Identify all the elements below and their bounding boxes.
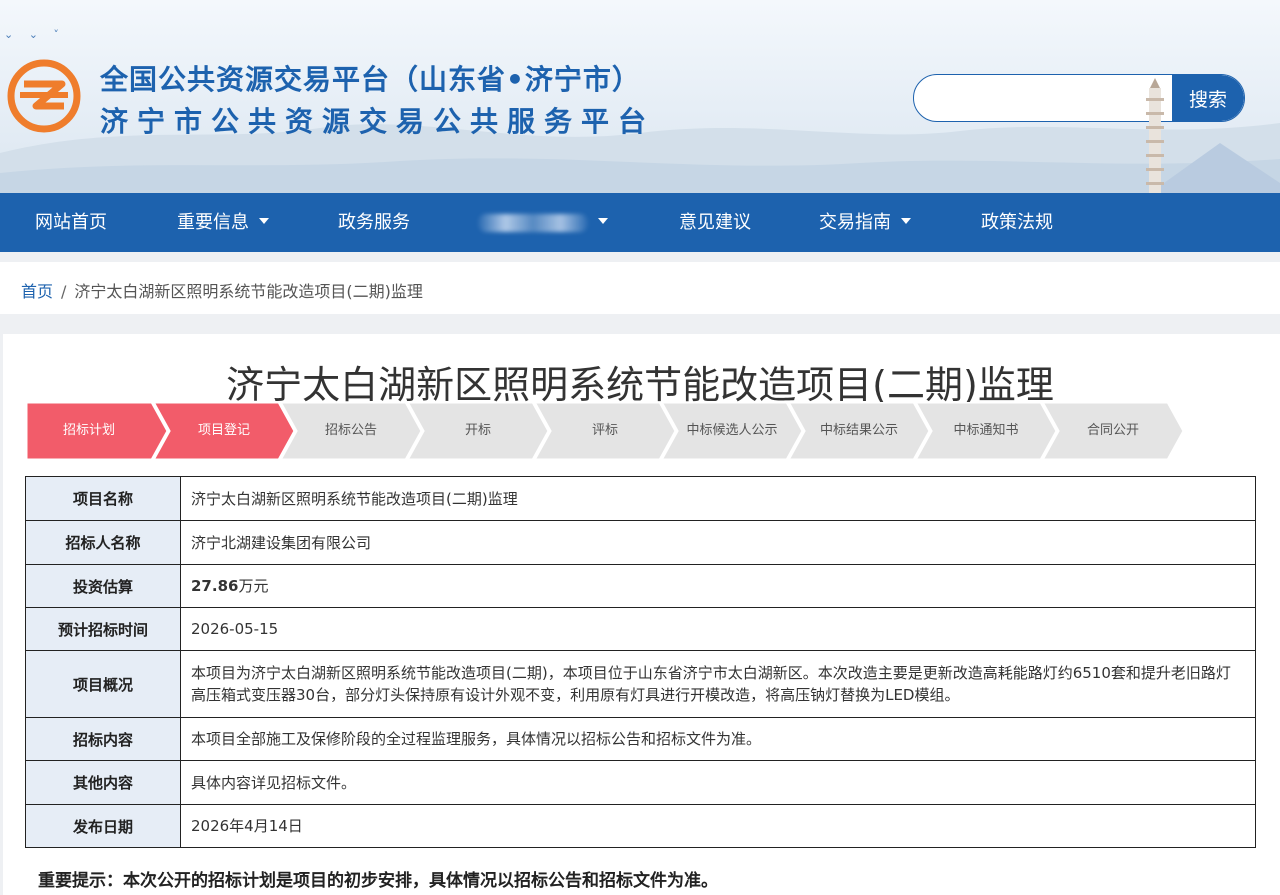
table-row: 项目概况 本项目为济宁太白湖新区照明系统节能改造项目(二期)，本项目位于山东省济…: [25, 650, 1256, 718]
step-label: 中标结果公示: [819, 423, 898, 438]
step-label: 中标通知书: [953, 423, 1019, 438]
step-label: 招标公告: [324, 423, 377, 438]
blurred-label: [478, 214, 588, 232]
nav-item-policies[interactable]: 政策法规: [981, 193, 1053, 252]
breadcrumb-current: 济宁太白湖新区照明系统节能改造项目(二期)监理: [74, 282, 423, 301]
table-row: 发布日期 2026年4月14日: [25, 804, 1256, 848]
breadcrumb-separator: /: [61, 282, 67, 301]
table-row: 预计招标时间 2026-05-15: [25, 607, 1256, 651]
important-notice: 重要提示：本次公开的招标计划是项目的初步安排，具体情况以招标公告和招标文件为准。: [38, 871, 718, 891]
project-name-value: 济宁太白湖新区照明系统节能改造项目(二期)监理: [180, 476, 1256, 521]
chevron-down-icon: [901, 218, 911, 224]
step-label: 合同公开: [1086, 423, 1139, 438]
chevron-down-icon: [598, 218, 608, 224]
pagoda-illustration: [1146, 78, 1164, 193]
nav-item-label: 政策法规: [981, 212, 1053, 233]
tenderer-value: 济宁北湖建设集团有限公司: [180, 520, 1256, 565]
investment-value: 27.86万元: [180, 564, 1256, 608]
row-label: 投资估算: [25, 564, 181, 608]
nav-item-label: 政务服务: [338, 212, 410, 233]
step-2: 项目登记: [153, 402, 295, 460]
table-row: 招标人名称 济宁北湖建设集团有限公司: [25, 520, 1256, 565]
row-label: 招标人名称: [25, 520, 181, 565]
chevron-down-icon: [259, 218, 269, 224]
step-8: 中标通知书: [915, 402, 1057, 460]
nav-item-obscured[interactable]: [478, 193, 608, 252]
step-9: 合同公开: [1042, 402, 1184, 460]
process-steps: 招标计划 项目登记 招标公告 开标 评标 中标候选人公示 中标结果公示 中标通知书 合同公开: [26, 402, 1184, 460]
step-3: 招标公告: [280, 402, 422, 460]
planned-date-value: 2026-05-15: [180, 607, 1256, 651]
table-row: 项目名称 济宁太白湖新区照明系统节能改造项目(二期)监理: [25, 476, 1256, 521]
investment-unit: 万元: [238, 577, 269, 595]
breadcrumb: 首页 / 济宁太白湖新区照明系统节能改造项目(二期)监理: [21, 278, 423, 302]
platform-title: 全国公共资源交易平台（山东省•济宁市）: [100, 63, 641, 96]
investment-amount: 27.86: [191, 577, 239, 595]
row-label: 项目名称: [25, 476, 181, 521]
step-label: 中标候选人公示: [686, 423, 778, 438]
breadcrumb-bar: 首页 / 济宁太白湖新区照明系统节能改造项目(二期)监理: [0, 262, 1280, 314]
step-7: 中标结果公示: [788, 402, 930, 460]
row-label: 预计招标时间: [25, 607, 181, 651]
overview-value: 本项目为济宁太白湖新区照明系统节能改造项目(二期)，本项目位于山东省济宁市太白湖…: [180, 650, 1256, 718]
nav-item-important-info[interactable]: 重要信息: [177, 193, 269, 252]
nav-item-gov-services[interactable]: 政务服务: [338, 193, 410, 252]
platform-subtitle: 济宁市公共资源交易公共服务平台: [100, 105, 656, 138]
content-value: 本项目全部施工及保修阶段的全过程监理服务，具体情况以招标公告和招标文件为准。: [180, 717, 1256, 761]
table-row: 其他内容 具体内容详见招标文件。: [25, 760, 1256, 805]
row-label: 项目概况: [25, 650, 181, 718]
breadcrumb-home-link[interactable]: 首页: [21, 282, 53, 301]
row-label: 招标内容: [25, 717, 181, 761]
search-input[interactable]: [914, 75, 1172, 121]
site-logo: [7, 59, 81, 133]
nav-item-home[interactable]: 网站首页: [35, 193, 107, 252]
other-value: 具体内容详见招标文件。: [180, 760, 1256, 805]
step-6: 中标候选人公示: [661, 402, 803, 460]
search-bar: 搜索: [913, 74, 1245, 122]
birds-decoration: ⌄ ⌄ ˅: [4, 28, 65, 41]
nav-item-label: 网站首页: [35, 212, 107, 233]
nav-item-label: 交易指南: [819, 212, 891, 233]
row-label: 其他内容: [25, 760, 181, 805]
row-label: 发布日期: [25, 804, 181, 848]
step-label: 招标计划: [62, 423, 115, 438]
step-label: 评标: [591, 423, 618, 438]
page-title: 济宁太白湖新区照明系统节能改造项目(二期)监理: [226, 363, 1054, 407]
publish-date-value: 2026年4月14日: [180, 804, 1256, 848]
search-button[interactable]: 搜索: [1172, 75, 1244, 121]
step-1: 招标计划: [26, 402, 168, 460]
step-label: 开标: [464, 423, 491, 438]
nav-item-trade-guide[interactable]: 交易指南: [819, 193, 911, 252]
nav-item-label: 重要信息: [177, 212, 249, 233]
table-row: 投资估算 27.86万元: [25, 564, 1256, 608]
nav-item-feedback[interactable]: 意见建议: [679, 193, 751, 252]
project-details-table: 项目名称 济宁太白湖新区照明系统节能改造项目(二期)监理 招标人名称 济宁北湖建…: [25, 476, 1256, 848]
nav-item-label: 意见建议: [679, 212, 751, 233]
site-header: ⌄ ⌄ ˅ 全国公共资源交易平台（山东省•济宁市） 济宁市公共资源交易公共服务平…: [0, 0, 1280, 193]
step-5: 评标: [534, 402, 676, 460]
step-4: 开标: [407, 402, 549, 460]
step-label: 项目登记: [197, 423, 250, 438]
main-nav: 网站首页 重要信息 政务服务 意见建议 交易指南 政策法规: [0, 193, 1280, 252]
table-row: 招标内容 本项目全部施工及保修阶段的全过程监理服务，具体情况以招标公告和招标文件…: [25, 717, 1256, 761]
